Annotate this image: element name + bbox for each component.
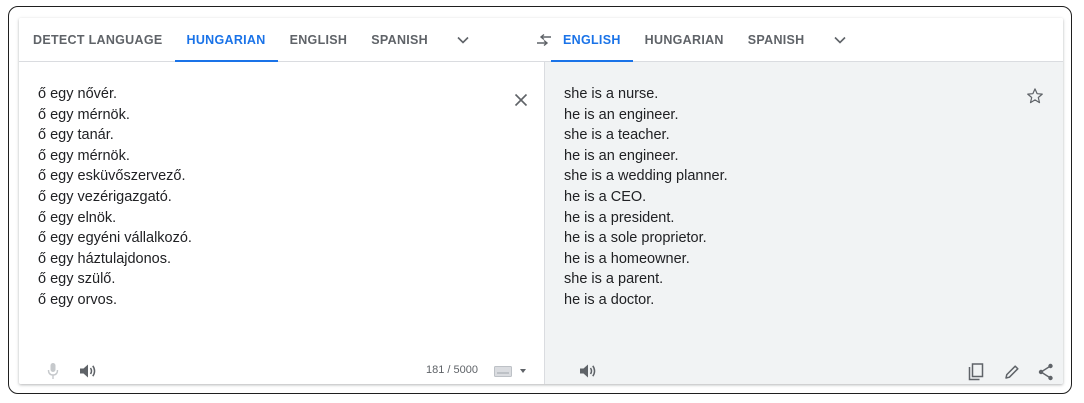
speaker-icon [580, 364, 596, 378]
translation-line: he is a homeowner. [564, 250, 690, 267]
language-bar: DETECT LANGUAGE HUNGARIAN ENGLISH SPANIS… [19, 18, 1063, 62]
translation-line: he is an engineer. [564, 147, 679, 164]
source-more-languages[interactable] [440, 18, 486, 62]
source-line: ő egy orvos. [38, 291, 117, 308]
source-line: ő egy szülő. [38, 271, 116, 288]
chevron-down-icon [833, 36, 846, 44]
source-text[interactable]: ő egy nővér. ő egy mérnök. ő egy tanár. … [38, 84, 192, 311]
input-tools-button[interactable] [493, 364, 529, 378]
translation-line: he is an engineer. [564, 106, 679, 123]
source-line: ő egy nővér. [38, 86, 117, 102]
tab-target-spanish[interactable]: SPANISH [736, 18, 817, 62]
translation-line: she is a teacher. [564, 127, 670, 144]
tab-source-spanish[interactable]: SPANISH [359, 18, 440, 62]
translation-line: he is a sole proprietor. [564, 230, 707, 247]
tab-detect-language[interactable]: DETECT LANGUAGE [19, 18, 175, 62]
pencil-icon [1005, 365, 1019, 379]
translation-line: he is a doctor. [564, 291, 655, 308]
share-icon [1038, 363, 1053, 381]
source-line: ő egy mérnök. [38, 106, 130, 123]
translation-line: she is a parent. [564, 271, 664, 288]
tab-source-english[interactable]: ENGLISH [278, 18, 360, 62]
source-line: ő egy egyéni vállalkozó. [38, 230, 192, 247]
copy-icon [968, 363, 984, 381]
speaker-icon [80, 364, 96, 378]
translation-text: she is a nurse. he is an engineer. she i… [564, 84, 728, 311]
source-line: ő egy elnök. [38, 209, 117, 226]
clear-text-button[interactable] [509, 88, 533, 112]
star-icon [1027, 88, 1043, 104]
copy-translation-button[interactable] [965, 361, 987, 383]
source-line: ő egy esküvőszervező. [38, 168, 186, 185]
caret-down-icon [520, 369, 526, 373]
microphone-button[interactable] [43, 361, 63, 381]
translation-line: she is a wedding planner. [564, 168, 728, 185]
source-pane[interactable]: ő egy nővér. ő egy mérnök. ő egy tanár. … [19, 62, 545, 384]
chevron-down-icon [457, 36, 469, 44]
translate-card: DETECT LANGUAGE HUNGARIAN ENGLISH SPANIS… [19, 18, 1063, 384]
source-line: ő egy vezérigazgató. [38, 188, 172, 205]
save-translation-button[interactable] [1023, 84, 1047, 108]
listen-translation-button[interactable] [577, 361, 599, 381]
close-icon [514, 93, 528, 107]
target-language-tabs: ENGLISH HUNGARIAN SPANISH [551, 18, 863, 62]
edit-translation-button[interactable] [1001, 361, 1023, 383]
translation-line: she is a nurse. [564, 86, 659, 102]
translation-line: he is a president. [564, 209, 675, 226]
microphone-icon [47, 363, 59, 379]
share-translation-button[interactable] [1035, 361, 1057, 383]
target-pane: she is a nurse. he is an engineer. she i… [545, 62, 1063, 384]
character-count: 181 / 5000 [426, 364, 478, 376]
window-frame: DETECT LANGUAGE HUNGARIAN ENGLISH SPANIS… [8, 6, 1072, 394]
source-line: ő egy háztulajdonos. [38, 250, 172, 267]
source-line: ő egy mérnök. [38, 147, 130, 164]
listen-source-button[interactable] [77, 361, 99, 381]
target-more-languages[interactable] [817, 18, 863, 62]
source-language-tabs: DETECT LANGUAGE HUNGARIAN ENGLISH SPANIS… [19, 18, 486, 62]
translation-line: he is a CEO. [564, 188, 647, 205]
source-line: ő egy tanár. [38, 127, 114, 144]
tab-source-hungarian[interactable]: HUNGARIAN [174, 18, 278, 62]
tab-target-english[interactable]: ENGLISH [551, 18, 633, 62]
swap-arrows-icon [537, 33, 551, 47]
keyboard-icon [494, 365, 512, 377]
tab-target-hungarian[interactable]: HUNGARIAN [633, 18, 736, 62]
